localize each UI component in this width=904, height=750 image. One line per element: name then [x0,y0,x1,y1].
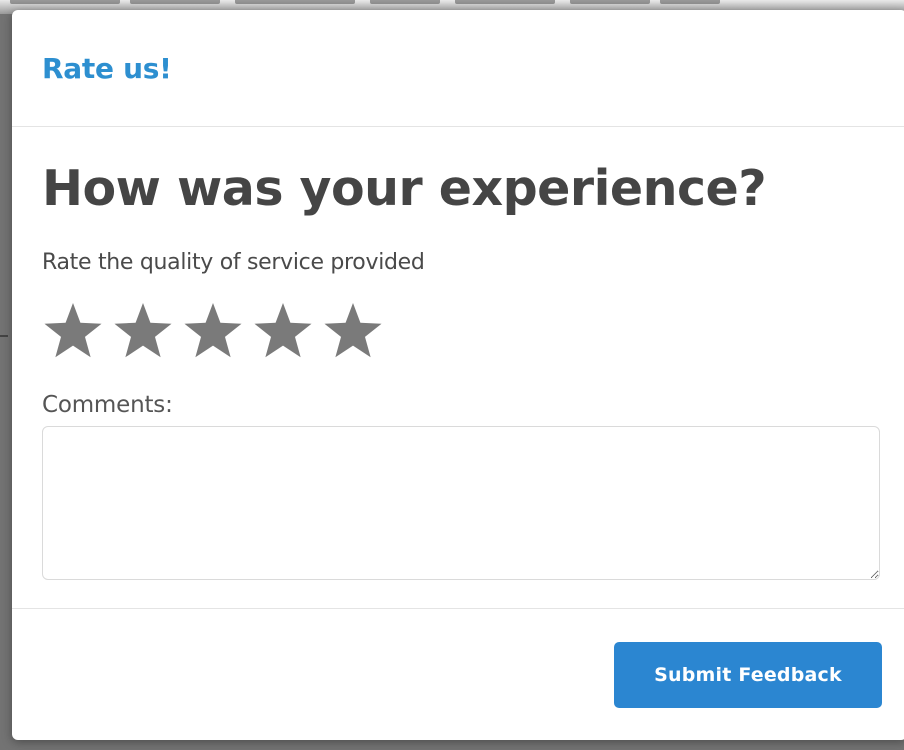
comments-label: Comments: [42,392,173,418]
star-icon[interactable] [42,300,104,362]
dialog-header: Rate us! [12,10,904,127]
submit-feedback-button[interactable]: Submit Feedback [614,642,882,708]
dialog-title: Rate us! [42,52,172,85]
star-icon[interactable] [252,300,314,362]
comments-textarea[interactable] [42,426,880,580]
background-divider [0,335,8,337]
rating-instruction: Rate the quality of service provided [42,250,425,275]
star-icon[interactable] [112,300,174,362]
rating-dialog: Rate us! How was your experience? Rate t… [12,10,904,740]
star-icon[interactable] [322,300,384,362]
experience-question: How was your experience? [42,160,767,217]
star-rating [42,300,384,362]
dialog-footer: Submit Feedback [12,608,904,740]
star-icon[interactable] [182,300,244,362]
